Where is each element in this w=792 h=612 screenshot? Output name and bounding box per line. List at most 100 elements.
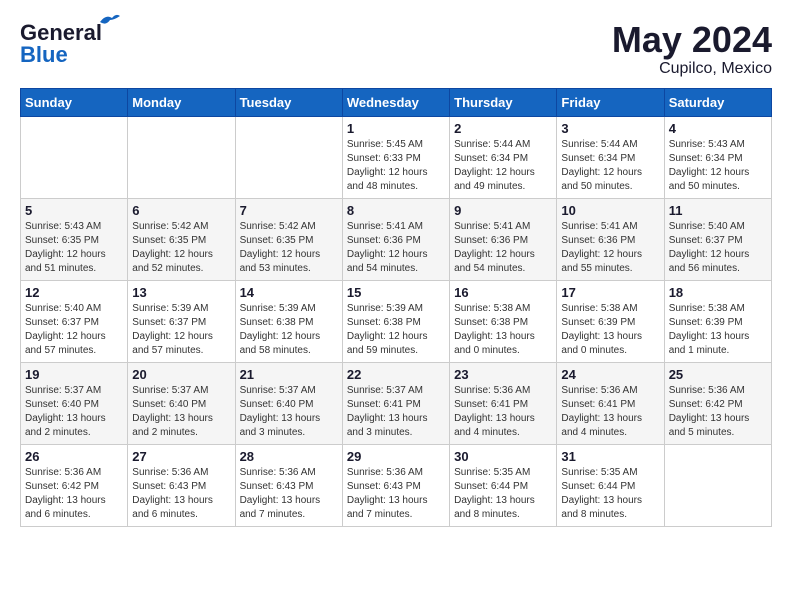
day-info: Sunrise: 5:35 AM Sunset: 6:44 PM Dayligh… bbox=[561, 466, 659, 522]
day-info: Sunrise: 5:39 AM Sunset: 6:38 PM Dayligh… bbox=[240, 302, 338, 358]
day-info: Sunrise: 5:39 AM Sunset: 6:37 PM Dayligh… bbox=[132, 302, 230, 358]
day-info: Sunrise: 5:36 AM Sunset: 6:43 PM Dayligh… bbox=[240, 466, 338, 522]
day-info: Sunrise: 5:40 AM Sunset: 6:37 PM Dayligh… bbox=[669, 220, 767, 276]
day-info: Sunrise: 5:36 AM Sunset: 6:42 PM Dayligh… bbox=[669, 384, 767, 440]
day-number: 31 bbox=[561, 449, 659, 464]
day-of-week-header: Friday bbox=[557, 88, 664, 116]
calendar-day-cell: 25 Sunrise: 5:36 AM Sunset: 6:42 PM Dayli… bbox=[664, 362, 771, 444]
day-number: 14 bbox=[240, 285, 338, 300]
day-info: Sunrise: 5:39 AM Sunset: 6:38 PM Dayligh… bbox=[347, 302, 445, 358]
day-number: 25 bbox=[669, 367, 767, 382]
day-of-week-header: Saturday bbox=[664, 88, 771, 116]
day-of-week-header: Tuesday bbox=[235, 88, 342, 116]
day-number: 21 bbox=[240, 367, 338, 382]
calendar-day-cell: 22 Sunrise: 5:37 AM Sunset: 6:41 PM Dayli… bbox=[342, 362, 449, 444]
calendar-day-cell: 23 Sunrise: 5:36 AM Sunset: 6:41 PM Dayli… bbox=[450, 362, 557, 444]
day-number: 12 bbox=[25, 285, 123, 300]
calendar-day-cell: 16Sunrise: 5:38 AM Sunset: 6:38 PM Dayli… bbox=[450, 280, 557, 362]
day-info: Sunrise: 5:37 AM Sunset: 6:40 PM Dayligh… bbox=[25, 384, 123, 440]
day-of-week-header: Monday bbox=[128, 88, 235, 116]
calendar-day-cell: 12 Sunrise: 5:40 AM Sunset: 6:37 PM Dayli… bbox=[21, 280, 128, 362]
calendar-day-cell: 18 Sunrise: 5:38 AM Sunset: 6:39 PM Dayli… bbox=[664, 280, 771, 362]
calendar-week-row: 12 Sunrise: 5:40 AM Sunset: 6:37 PM Dayli… bbox=[21, 280, 772, 362]
calendar-week-row: 19Sunrise: 5:37 AM Sunset: 6:40 PM Dayli… bbox=[21, 362, 772, 444]
day-number: 9 bbox=[454, 203, 552, 218]
day-info: Sunrise: 5:37 AM Sunset: 6:40 PM Dayligh… bbox=[132, 384, 230, 440]
calendar-day-cell: 15 Sunrise: 5:39 AM Sunset: 6:38 PM Dayli… bbox=[342, 280, 449, 362]
calendar-day-cell: 28 Sunrise: 5:36 AM Sunset: 6:43 PM Dayli… bbox=[235, 444, 342, 526]
title-block: May 2024 Cupilco, Mexico bbox=[612, 20, 772, 78]
day-number: 3 bbox=[561, 121, 659, 136]
calendar-day-cell: 14 Sunrise: 5:39 AM Sunset: 6:38 PM Dayli… bbox=[235, 280, 342, 362]
day-number: 13 bbox=[132, 285, 230, 300]
calendar-day-cell: 10Sunrise: 5:41 AM Sunset: 6:36 PM Dayli… bbox=[557, 198, 664, 280]
calendar-day-cell: 3 Sunrise: 5:44 AM Sunset: 6:34 PM Daylig… bbox=[557, 116, 664, 198]
calendar-week-row: 1 Sunrise: 5:45 AM Sunset: 6:33 PM Daylig… bbox=[21, 116, 772, 198]
day-info: Sunrise: 5:36 AM Sunset: 6:42 PM Dayligh… bbox=[25, 466, 123, 522]
day-number: 1 bbox=[347, 121, 445, 136]
page-header: General Blue May 2024 Cupilco, Mexico bbox=[20, 20, 772, 78]
day-info: Sunrise: 5:45 AM Sunset: 6:33 PM Dayligh… bbox=[347, 138, 445, 194]
day-info: Sunrise: 5:43 AM Sunset: 6:35 PM Dayligh… bbox=[25, 220, 123, 276]
day-number: 7 bbox=[240, 203, 338, 218]
day-info: Sunrise: 5:37 AM Sunset: 6:41 PM Dayligh… bbox=[347, 384, 445, 440]
day-info: Sunrise: 5:42 AM Sunset: 6:35 PM Dayligh… bbox=[240, 220, 338, 276]
day-number: 26 bbox=[25, 449, 123, 464]
day-number: 24 bbox=[561, 367, 659, 382]
calendar-day-cell: 13 Sunrise: 5:39 AM Sunset: 6:37 PM Dayli… bbox=[128, 280, 235, 362]
day-number: 29 bbox=[347, 449, 445, 464]
logo-bird-icon bbox=[98, 12, 120, 30]
calendar-day-cell bbox=[235, 116, 342, 198]
calendar-day-cell bbox=[128, 116, 235, 198]
day-of-week-header: Thursday bbox=[450, 88, 557, 116]
day-number: 5 bbox=[25, 203, 123, 218]
calendar-day-cell: 30Sunrise: 5:35 AM Sunset: 6:44 PM Dayli… bbox=[450, 444, 557, 526]
calendar-day-cell: 27Sunrise: 5:36 AM Sunset: 6:43 PM Dayli… bbox=[128, 444, 235, 526]
month-year-title: May 2024 bbox=[612, 20, 772, 60]
calendar-day-cell: 8Sunrise: 5:41 AM Sunset: 6:36 PM Daylig… bbox=[342, 198, 449, 280]
day-info: Sunrise: 5:36 AM Sunset: 6:41 PM Dayligh… bbox=[561, 384, 659, 440]
day-info: Sunrise: 5:42 AM Sunset: 6:35 PM Dayligh… bbox=[132, 220, 230, 276]
day-number: 6 bbox=[132, 203, 230, 218]
logo-general: General bbox=[20, 20, 102, 45]
day-number: 18 bbox=[669, 285, 767, 300]
day-of-week-header: Wednesday bbox=[342, 88, 449, 116]
day-info: Sunrise: 5:41 AM Sunset: 6:36 PM Dayligh… bbox=[454, 220, 552, 276]
calendar-header-row: SundayMondayTuesdayWednesdayThursdayFrid… bbox=[21, 88, 772, 116]
day-info: Sunrise: 5:38 AM Sunset: 6:39 PM Dayligh… bbox=[669, 302, 767, 358]
calendar-week-row: 5 Sunrise: 5:43 AM Sunset: 6:35 PM Daylig… bbox=[21, 198, 772, 280]
day-info: Sunrise: 5:38 AM Sunset: 6:39 PM Dayligh… bbox=[561, 302, 659, 358]
calendar-week-row: 26 Sunrise: 5:36 AM Sunset: 6:42 PM Dayli… bbox=[21, 444, 772, 526]
day-number: 30 bbox=[454, 449, 552, 464]
day-info: Sunrise: 5:38 AM Sunset: 6:38 PM Dayligh… bbox=[454, 302, 552, 358]
calendar-day-cell: 1 Sunrise: 5:45 AM Sunset: 6:33 PM Daylig… bbox=[342, 116, 449, 198]
calendar-day-cell: 2Sunrise: 5:44 AM Sunset: 6:34 PM Daylig… bbox=[450, 116, 557, 198]
calendar-day-cell: 20Sunrise: 5:37 AM Sunset: 6:40 PM Dayli… bbox=[128, 362, 235, 444]
day-number: 23 bbox=[454, 367, 552, 382]
day-of-week-header: Sunday bbox=[21, 88, 128, 116]
day-number: 15 bbox=[347, 285, 445, 300]
calendar-day-cell: 29 Sunrise: 5:36 AM Sunset: 6:43 PM Dayli… bbox=[342, 444, 449, 526]
calendar-day-cell: 5 Sunrise: 5:43 AM Sunset: 6:35 PM Daylig… bbox=[21, 198, 128, 280]
calendar-day-cell: 24 Sunrise: 5:36 AM Sunset: 6:41 PM Dayli… bbox=[557, 362, 664, 444]
day-number: 11 bbox=[669, 203, 767, 218]
day-info: Sunrise: 5:36 AM Sunset: 6:43 PM Dayligh… bbox=[347, 466, 445, 522]
day-number: 22 bbox=[347, 367, 445, 382]
day-info: Sunrise: 5:37 AM Sunset: 6:40 PM Dayligh… bbox=[240, 384, 338, 440]
calendar-day-cell: 19Sunrise: 5:37 AM Sunset: 6:40 PM Dayli… bbox=[21, 362, 128, 444]
day-number: 28 bbox=[240, 449, 338, 464]
calendar-day-cell bbox=[21, 116, 128, 198]
day-number: 2 bbox=[454, 121, 552, 136]
day-info: Sunrise: 5:40 AM Sunset: 6:37 PM Dayligh… bbox=[25, 302, 123, 358]
day-info: Sunrise: 5:43 AM Sunset: 6:34 PM Dayligh… bbox=[669, 138, 767, 194]
day-info: Sunrise: 5:36 AM Sunset: 6:41 PM Dayligh… bbox=[454, 384, 552, 440]
calendar-day-cell: 7 Sunrise: 5:42 AM Sunset: 6:35 PM Daylig… bbox=[235, 198, 342, 280]
calendar-day-cell: 4Sunrise: 5:43 AM Sunset: 6:34 PM Daylig… bbox=[664, 116, 771, 198]
day-number: 10 bbox=[561, 203, 659, 218]
day-info: Sunrise: 5:44 AM Sunset: 6:34 PM Dayligh… bbox=[561, 138, 659, 194]
logo: General Blue bbox=[20, 20, 102, 68]
calendar-day-cell: 21 Sunrise: 5:37 AM Sunset: 6:40 PM Dayli… bbox=[235, 362, 342, 444]
day-number: 17 bbox=[561, 285, 659, 300]
day-info: Sunrise: 5:36 AM Sunset: 6:43 PM Dayligh… bbox=[132, 466, 230, 522]
day-info: Sunrise: 5:41 AM Sunset: 6:36 PM Dayligh… bbox=[347, 220, 445, 276]
